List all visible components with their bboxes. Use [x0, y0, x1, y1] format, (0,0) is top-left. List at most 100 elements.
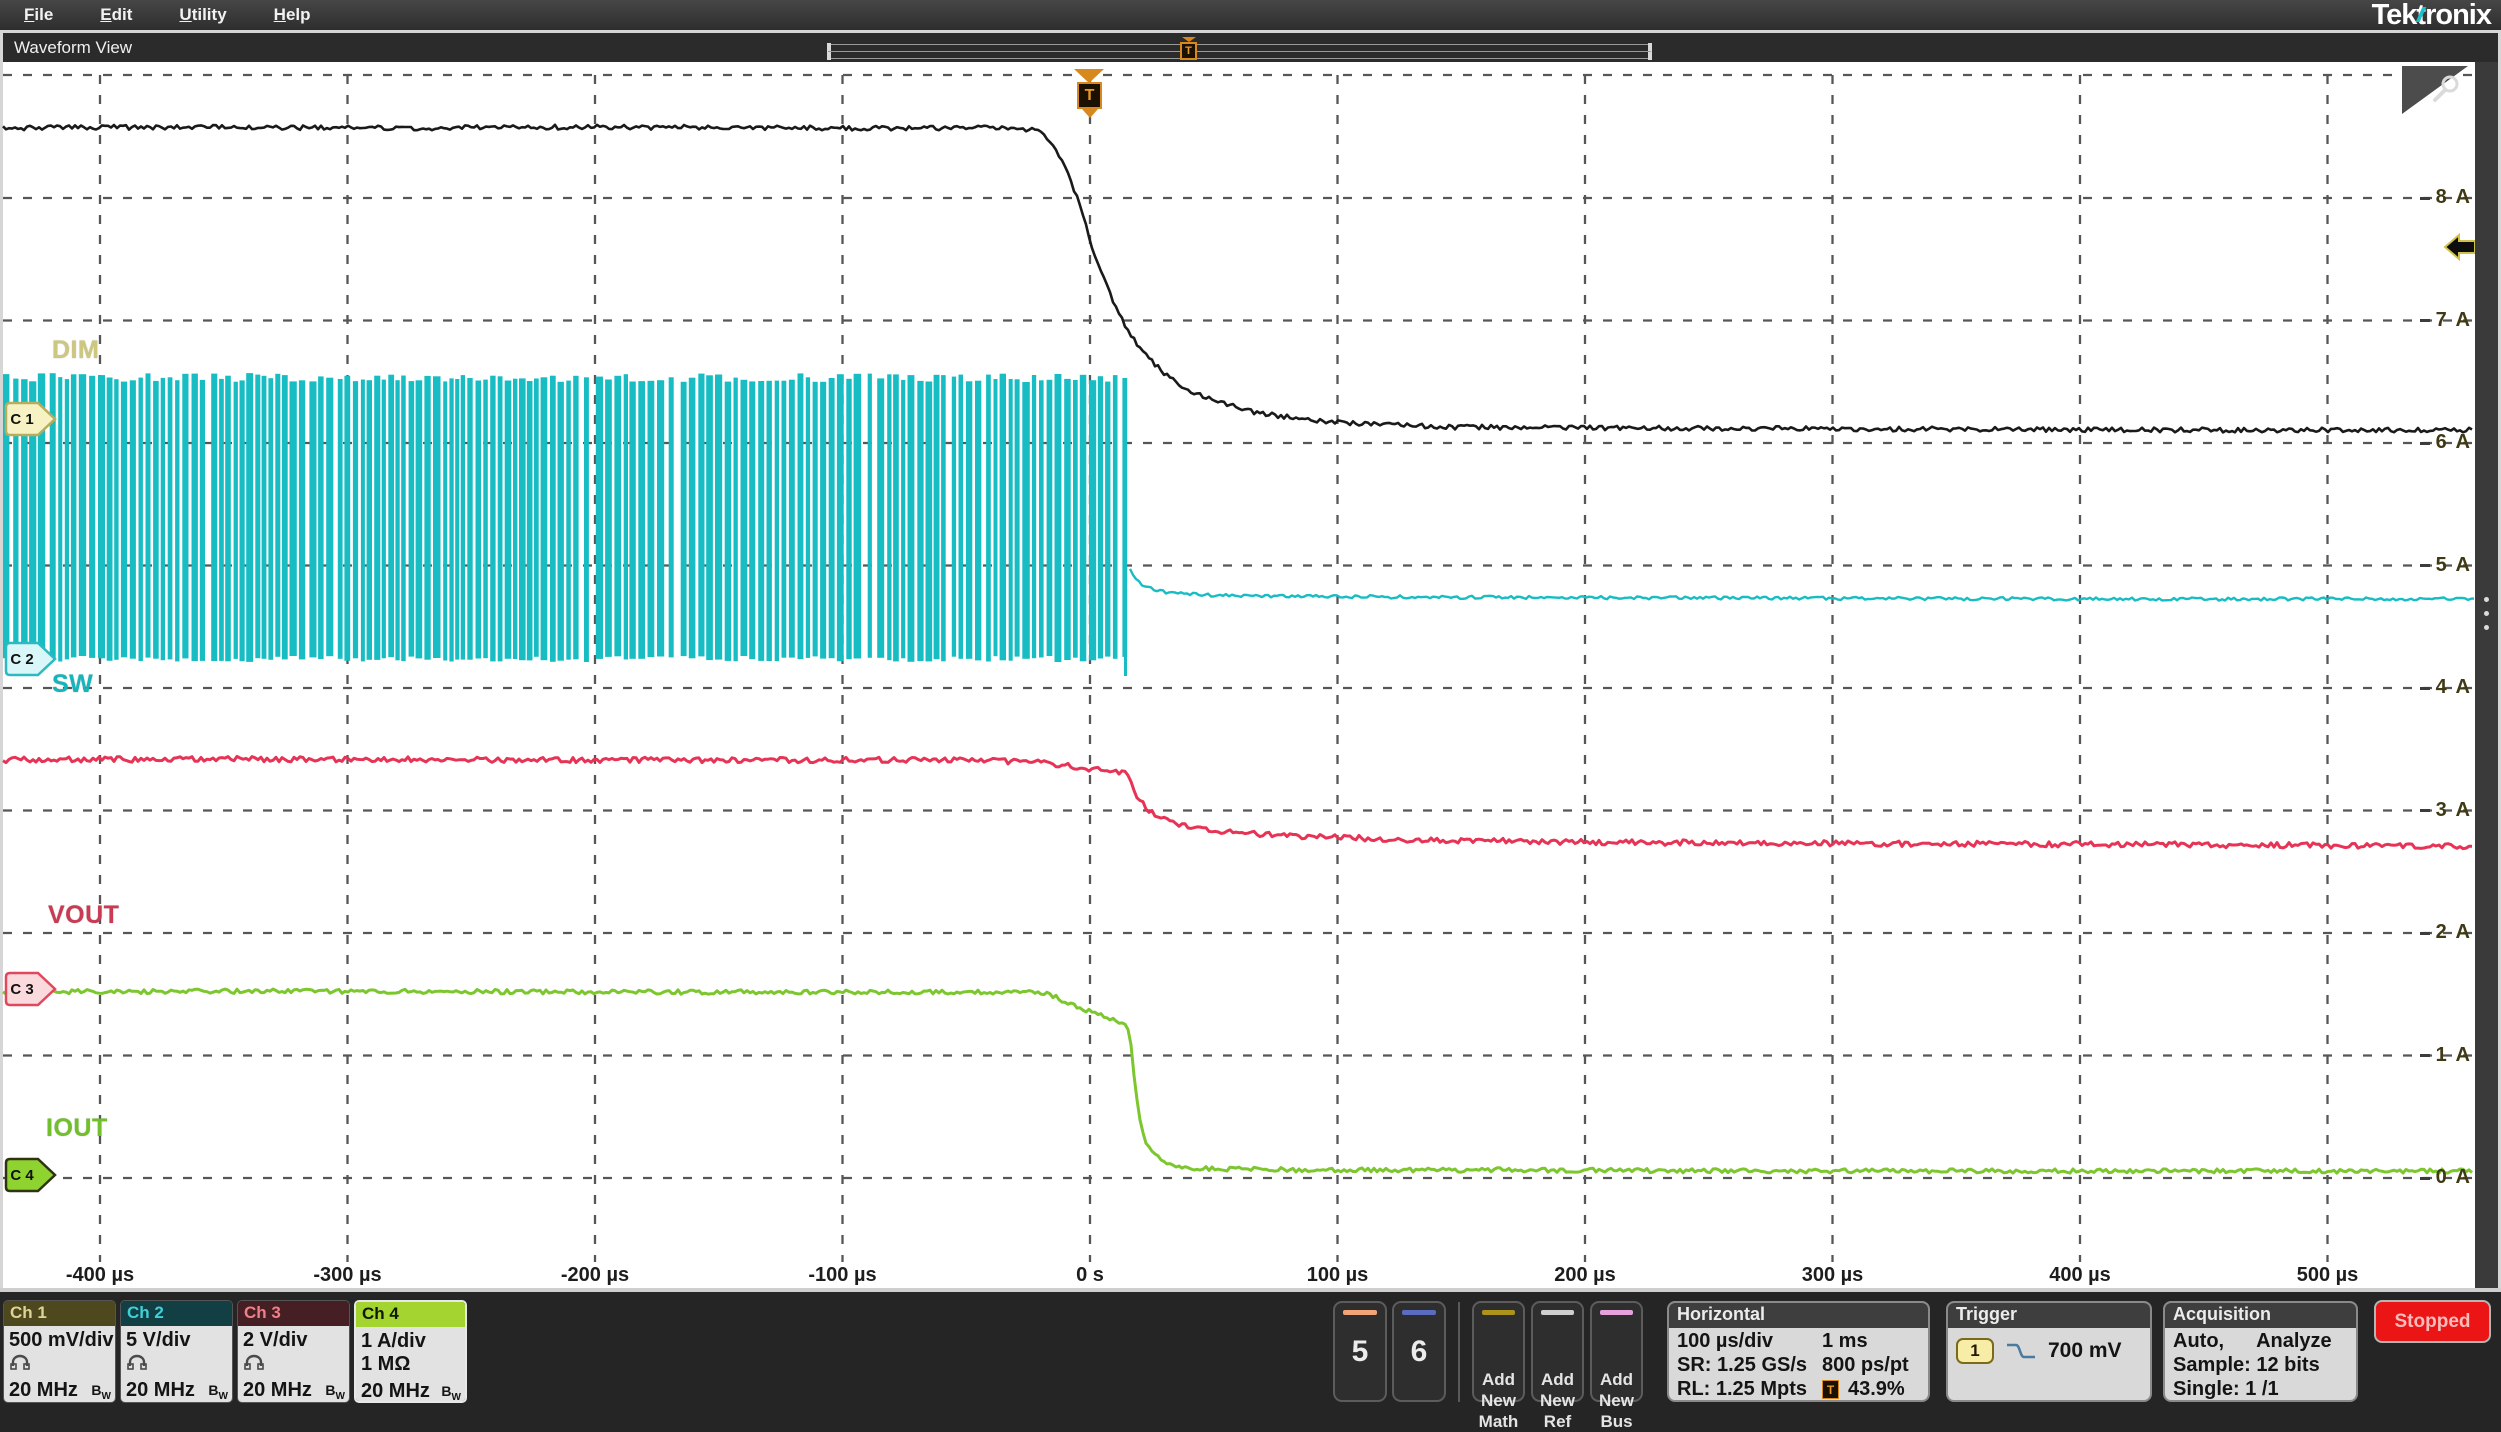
trigger-position-marker[interactable]: T [1077, 82, 1102, 109]
pwm-stripe [79, 374, 86, 656]
pwm-stripe [1080, 375, 1087, 662]
bandwidth-limit-icon: BW [91, 1382, 111, 1402]
bandwidth-limit-icon: BW [441, 1383, 461, 1403]
pwm-stripe [401, 376, 406, 662]
ch2-bandwidth: 20 MHz [126, 1379, 195, 1402]
pwm-stripe [139, 378, 143, 661]
channel-handle-c3[interactable]: C 3 [3, 971, 57, 1007]
trigger-source-badge: 1 [1956, 1338, 1994, 1364]
pwm-stripe [367, 380, 372, 660]
trigger-panel[interactable]: Trigger 1 700 mV [1946, 1301, 2152, 1402]
pwm-stripe [917, 381, 923, 661]
trigger-position-arrow-icon[interactable] [1074, 69, 1104, 83]
pwm-stripe [1089, 380, 1096, 660]
pwm-stripe [374, 376, 380, 660]
pwm-stripe [353, 381, 358, 658]
ch4-bandwidth: 20 MHz [361, 1380, 430, 1403]
pwm-stripe [715, 375, 722, 660]
pwm-stripe [868, 374, 872, 658]
acquisition-analyze: Analyze [2256, 1330, 2332, 1354]
pwm-stripe [98, 375, 105, 658]
pwm-stripe [1009, 379, 1013, 661]
pwm-stripe [1073, 380, 1078, 658]
pwm-stripe [409, 381, 415, 656]
amp-axis-label: 1 A [2402, 1044, 2472, 1067]
add-new-ref-button[interactable]: Add New Ref [1531, 1301, 1584, 1402]
ch1-dim-trace[interactable] [3, 125, 2472, 433]
run-stop-status-button[interactable]: Stopped [2374, 1300, 2491, 1343]
time-axis-label: 500 µs [2268, 1264, 2388, 1287]
pwm-stripe [262, 376, 267, 659]
pwm-stripe [775, 381, 779, 661]
add-new-bus-button[interactable]: Add New Bus [1590, 1301, 1643, 1402]
math-color-stripe [1482, 1310, 1515, 1315]
acquisition-panel-title: Acquisition [2165, 1303, 2356, 1328]
pwm-stripe [741, 380, 748, 656]
trace-label-dim[interactable]: DIM [52, 336, 99, 365]
pwm-stripe [1047, 380, 1053, 656]
trigger-level-arrow[interactable] [2442, 231, 2478, 263]
probe-icon [9, 1352, 110, 1377]
channel-handle-c2[interactable]: C 2 [3, 641, 57, 677]
pwm-stripe [749, 381, 755, 659]
channel-handle-c1[interactable]: C 1 [3, 401, 57, 437]
ch2-header: Ch 2 [121, 1301, 232, 1326]
time-axis-label: -200 µs [535, 1264, 655, 1287]
channel-handle-c4[interactable]: C 4 [3, 1157, 57, 1193]
pwm-stripe [65, 379, 69, 659]
ch3-vout-trace[interactable] [3, 756, 2472, 848]
time-axis-label: 200 µs [1525, 1264, 1645, 1287]
add-new-math-button[interactable]: Add New Math [1472, 1301, 1525, 1402]
amp-axis-label: 5 A [2402, 554, 2472, 577]
pwm-stripe [798, 373, 804, 659]
trigger-panel-title: Trigger [1948, 1303, 2150, 1328]
pwm-stripe [638, 381, 645, 659]
ch3-bandwidth: 20 MHz [243, 1379, 312, 1402]
channel-badge-ch4[interactable]: Ch 4 1 A/div 1 MΩ 20 MHzBW [354, 1300, 467, 1403]
horizontal-panel[interactable]: Horizontal 100 µs/div1 ms SR: 1.25 GS/s8… [1667, 1301, 1930, 1402]
pwm-stripe [246, 373, 253, 662]
channel-6-button[interactable]: 6 [1392, 1301, 1446, 1402]
channel-badge-ch3[interactable]: Ch 3 2 V/div 20 MHzBW [237, 1300, 350, 1403]
trigger-position-percent: 43.9% [1848, 1378, 1905, 1401]
pwm-stripe [734, 378, 738, 662]
pwm-stripe [461, 375, 465, 659]
pwm-stripe [240, 380, 245, 661]
magnifier-icon[interactable] [2428, 72, 2464, 108]
acquisition-panel[interactable]: Acquisition Auto,Analyze Sample: 12 bits… [2163, 1301, 2358, 1402]
amp-axis-label: 0 A [2402, 1166, 2472, 1189]
trigger-mini-icon: T [1822, 1380, 1839, 1399]
pwm-stripe [234, 382, 238, 659]
pwm-stripe [657, 380, 664, 656]
pwm-stripe [1039, 380, 1044, 657]
pwm-stripe [175, 380, 179, 661]
right-scroll-strip[interactable] [2475, 62, 2498, 1288]
ch2-sw-trace[interactable] [1130, 569, 2474, 601]
trace-label-vout[interactable]: VOUT [48, 901, 119, 930]
pwm-stripe [725, 382, 731, 661]
pwm-stripe [986, 375, 991, 662]
probe-icon [126, 1352, 227, 1377]
amp-axis-label: 6 A [2402, 431, 2472, 454]
horizontal-scale: 100 µs/div [1677, 1330, 1773, 1352]
pwm-stripe [433, 376, 441, 658]
pwm-stripe [268, 378, 273, 660]
time-axis-label: 0 s [1030, 1264, 1150, 1287]
channel-badge-ch2[interactable]: Ch 2 5 V/div 20 MHzBW [120, 1300, 233, 1403]
pwm-stripe [483, 380, 488, 659]
pwm-stripe [192, 374, 198, 661]
pwm-stripe [648, 381, 655, 657]
pwm-stripe [573, 376, 578, 660]
pwm-stripe [624, 374, 628, 659]
ch4-impedance: 1 MΩ [361, 1353, 460, 1378]
pwm-stripe [994, 379, 998, 656]
trace-label-iout[interactable]: IOUT [46, 1114, 108, 1143]
trace-label-sw[interactable]: SW [52, 670, 93, 699]
horizontal-window: 1 ms [1822, 1330, 1868, 1353]
channel-5-button[interactable]: 5 [1333, 1301, 1387, 1402]
ch4-iout-trace[interactable] [3, 989, 2472, 1173]
channel-badge-ch1[interactable]: Ch 1 500 mV/div 20 MHzBW [3, 1300, 116, 1403]
ch4-header: Ch 4 [356, 1302, 465, 1327]
sample-rate: SR: 1.25 GS/s [1677, 1354, 1807, 1376]
pwm-stripe [71, 374, 77, 657]
